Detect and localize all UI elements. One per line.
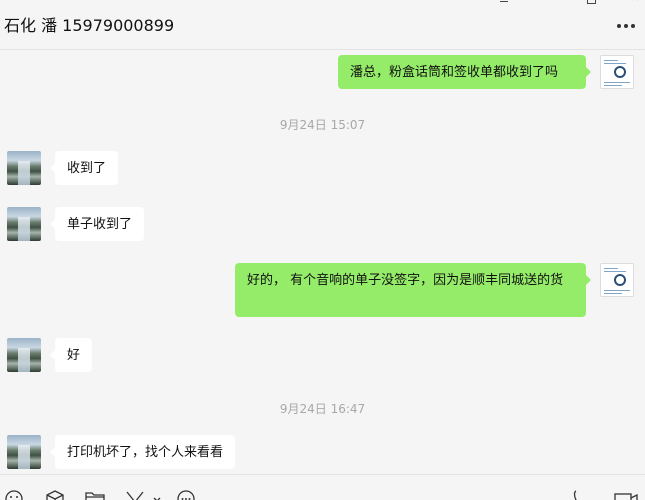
more-options-button[interactable]	[617, 20, 639, 32]
incoming-message[interactable]: 好	[49, 338, 93, 372]
maximize-button[interactable]	[587, 0, 596, 4]
chat-history-icon[interactable]	[176, 489, 196, 500]
dot-icon	[617, 24, 621, 28]
minimize-button[interactable]	[500, 0, 508, 2]
incoming-message[interactable]: 收到了	[49, 151, 119, 185]
close-icon: ✕	[630, 0, 639, 4]
chat-title: 石化 潘 15979000899	[4, 16, 175, 35]
my-avatar[interactable]	[600, 55, 634, 89]
scissors-icon[interactable]	[124, 489, 168, 500]
outgoing-message[interactable]: 好的， 有个音响的单子没签字，因为是顺丰同城送的货	[235, 263, 591, 317]
my-avatar[interactable]	[600, 263, 634, 297]
contact-avatar[interactable]	[7, 207, 41, 241]
video-icon[interactable]	[613, 489, 639, 500]
contact-avatar[interactable]	[7, 338, 41, 372]
phone-icon[interactable]	[569, 489, 589, 500]
dot-icon	[631, 24, 635, 28]
folder-icon[interactable]	[84, 489, 105, 500]
incoming-message[interactable]: 单子收到了	[49, 207, 145, 241]
outgoing-message[interactable]: 潘总，粉盒话筒和签收单都收到了吗	[338, 55, 591, 89]
dot-icon	[624, 24, 628, 28]
message-timestamp: 9月24日 15:07	[279, 118, 366, 132]
close-button[interactable]: ✕	[630, 0, 640, 3]
favorites-icon[interactable]	[45, 489, 65, 500]
contact-avatar[interactable]	[7, 151, 41, 185]
contact-avatar[interactable]	[7, 435, 41, 469]
chat-header: ✕ 石化 潘 15979000899	[0, 0, 645, 50]
message-list[interactable]: 潘总，粉盒话筒和签收单都收到了吗 9月24日 15:07 收到了 单子收到了 好…	[0, 51, 645, 474]
emoji-icon[interactable]	[4, 489, 24, 500]
message-timestamp: 9月24日 16:47	[279, 402, 366, 416]
input-toolbar	[0, 474, 645, 500]
incoming-message[interactable]: 打印机坏了，找个人来看看	[49, 435, 236, 469]
